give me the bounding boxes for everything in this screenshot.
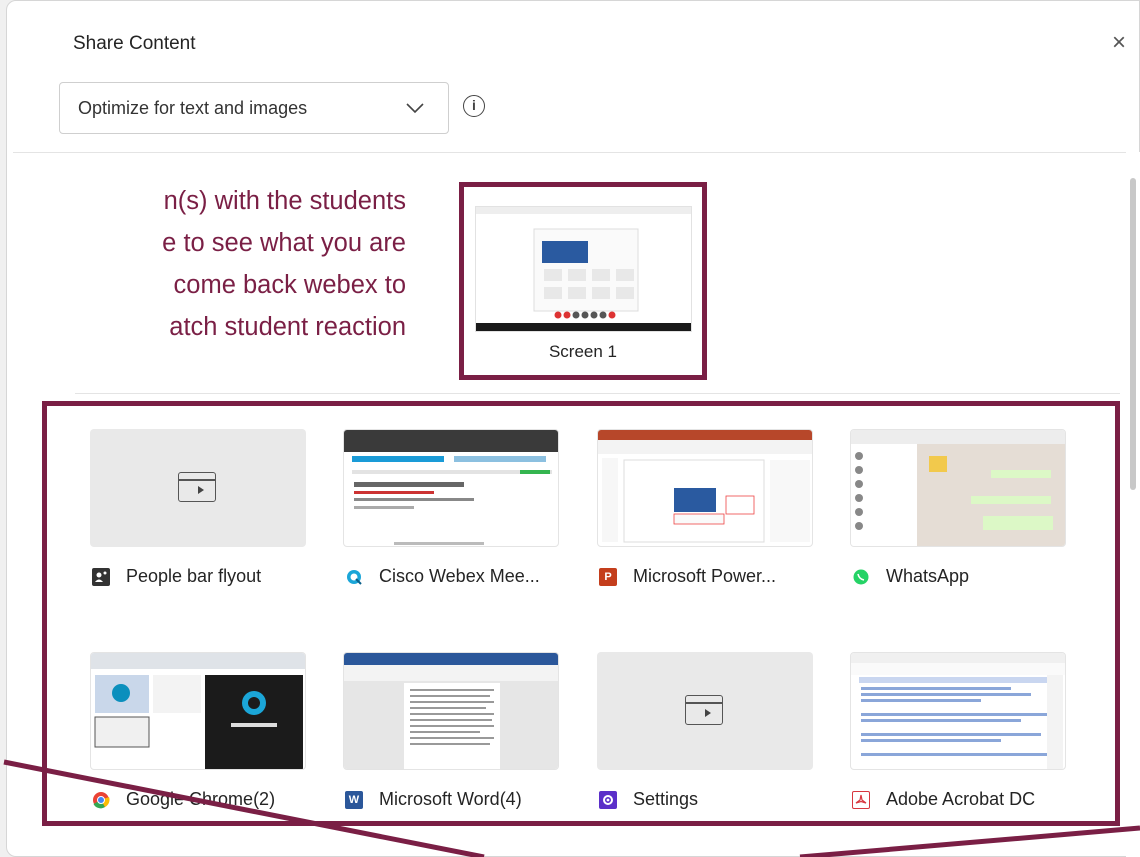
acrobat-icon [852,790,870,809]
app-label: People bar flyout [126,566,262,586]
app-tile-microsoft-powerpoint[interactable]: P Microsoft Power... [597,429,813,589]
app-label: WhatsApp [886,566,970,586]
screen-1-tile[interactable]: Screen 1 [459,182,707,380]
optimize-select-value: Optimize for text and images [78,97,308,118]
annotation-line: n(s) with the students [163,187,406,215]
header-divider [13,152,1139,153]
word-icon: W [345,790,363,809]
screen-1-thumbnail [475,206,692,332]
app-tile-settings[interactable]: Settings [597,652,813,812]
screen-1-label: Screen 1 [548,342,618,361]
optimize-select[interactable]: Optimize for text and images [59,82,449,134]
scrollbar[interactable] [1126,152,1140,857]
whatsapp-icon [852,568,870,586]
app-tile-adobe-acrobat[interactable]: Adobe Acrobat DC [850,652,1066,812]
app-thumbnail [343,429,559,547]
app-thumbnail [597,429,813,547]
app-tile-whatsapp[interactable]: WhatsApp [850,429,1066,589]
people-bar-icon [92,567,110,586]
settings-icon [599,790,617,809]
app-tile-people-bar-flyout[interactable]: People bar flyout [90,429,306,589]
app-tile-microsoft-word[interactable]: W Microsoft Word(4) [343,652,559,812]
scrollbar-thumb[interactable] [1130,178,1136,490]
app-thumbnail [90,429,306,547]
app-label: Microsoft Power... [633,566,777,586]
app-tile-google-chrome[interactable]: Google Chrome(2) [90,652,306,812]
app-label: Cisco Webex Mee... [379,566,540,586]
close-icon[interactable]: × [1103,25,1135,61]
chevron-down-icon [406,103,424,114]
powerpoint-icon: P [599,567,617,586]
window-icon [178,472,216,502]
chrome-icon [92,791,110,809]
webex-icon [345,568,363,586]
dialog-title: Share Content [73,33,196,54]
app-tile-cisco-webex[interactable]: Cisco Webex Mee... [343,429,559,589]
annotation-line: come back webex to [173,271,406,299]
app-label: Microsoft Word(4) [379,789,522,809]
app-label: Settings [633,789,699,809]
window-icon [685,695,723,725]
annotation-line: e to see what you are [162,229,406,257]
info-icon[interactable]: i [463,95,485,117]
annotation-text: n(s) with the students e to see what you… [0,180,406,348]
app-thumbnail [597,652,813,770]
app-thumbnail [850,652,1066,770]
app-label: Adobe Acrobat DC [886,789,1036,809]
section-divider [75,393,1120,394]
app-thumbnail [90,652,306,770]
app-label: Google Chrome(2) [126,789,276,809]
app-thumbnail [343,652,559,770]
annotation-line: atch student reaction [169,313,406,341]
app-thumbnail [850,429,1066,547]
